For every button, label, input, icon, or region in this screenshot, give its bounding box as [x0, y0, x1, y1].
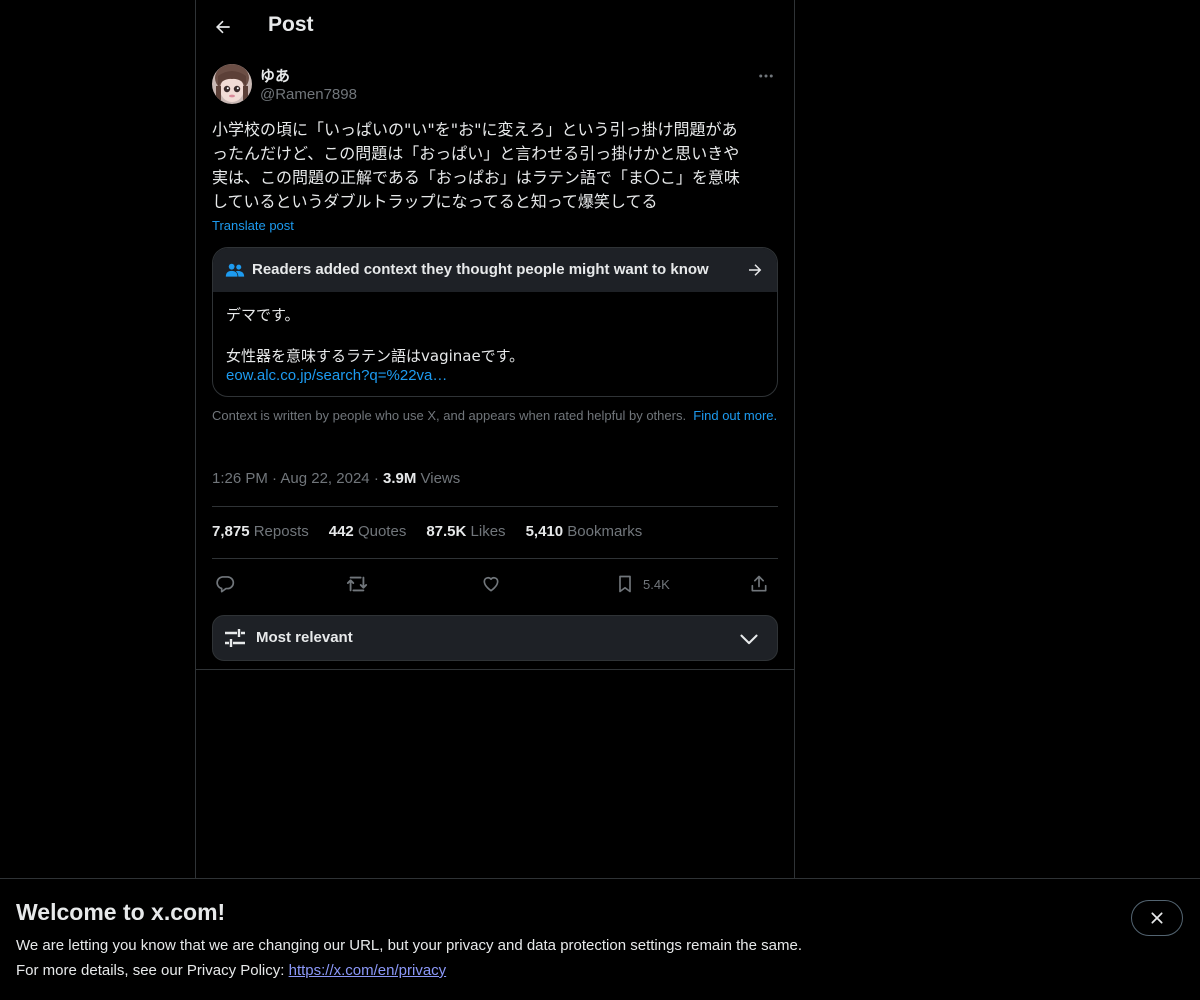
- bookmarks-count: 5,410: [525, 523, 564, 540]
- post-stats: 7,875 Reposts 442 Quotes 87.5K Likes 5,4…: [212, 523, 662, 540]
- reply-sort-dropdown[interactable]: Most relevant: [212, 615, 778, 661]
- likes-stat[interactable]: 87.5K Likes: [426, 523, 505, 540]
- views-count: 3.9M: [382, 470, 417, 487]
- post-metadata: 1:26 PM · Aug 22, 2024 · 3.9M Views: [212, 470, 460, 487]
- author-handle[interactable]: @Ramen7898: [260, 86, 357, 103]
- chevron-down-icon: [740, 634, 758, 645]
- post-actions: 5.4K: [212, 568, 778, 600]
- post-date[interactable]: Aug 22, 2024: [280, 470, 369, 487]
- people-icon: [225, 263, 245, 277]
- bookmark-button[interactable]: 5.4K: [615, 568, 670, 600]
- quotes-count: 442: [328, 523, 354, 540]
- community-note-source-link[interactable]: eow.alc.co.jp/search?q=%22va…: [226, 367, 447, 384]
- arrow-left-icon: [216, 20, 230, 34]
- bookmark-count: 5.4K: [643, 576, 670, 592]
- quotes-stat[interactable]: 442 Quotes: [329, 523, 407, 540]
- post-author: ゆあ @Ramen7898: [212, 64, 778, 106]
- avatar[interactable]: [212, 64, 252, 104]
- divider: [212, 558, 778, 559]
- community-note-header[interactable]: Readers added context they thought peopl…: [213, 248, 777, 292]
- share-button[interactable]: [749, 568, 769, 600]
- arrow-right-icon: [749, 264, 762, 276]
- reposts-stat[interactable]: 7,875 Reposts: [212, 523, 309, 540]
- disclaimer-text: Context is written by people who use X, …: [212, 408, 687, 423]
- more-horizontal-icon: [759, 74, 773, 78]
- community-note-disclaimer: Context is written by people who use X, …: [212, 408, 778, 424]
- main-column: Post ゆあ @Ramen7898 小学校の頃に「いっぱいの"い"を"お"に変…: [195, 0, 795, 878]
- avatar-image: [212, 64, 252, 104]
- repost-icon: [346, 576, 368, 592]
- close-banner-button[interactable]: [1131, 900, 1183, 936]
- likes-label: Likes: [470, 523, 506, 540]
- close-icon: [1151, 912, 1163, 924]
- reply-button[interactable]: [215, 568, 235, 600]
- likes-count: 87.5K: [426, 523, 467, 540]
- banner-privacy-line: For more details, see our Privacy Policy…: [16, 962, 446, 979]
- sort-label: Most relevant: [256, 629, 353, 646]
- filter-sliders-icon: [225, 629, 245, 647]
- separator-dot: ·: [373, 470, 383, 487]
- reposts-count: 7,875: [212, 523, 250, 540]
- heart-icon: [483, 576, 499, 592]
- repost-button[interactable]: [346, 568, 368, 600]
- page-header: Post: [196, 0, 794, 54]
- back-button[interactable]: [208, 9, 238, 45]
- translate-post-link[interactable]: Translate post: [212, 218, 294, 233]
- banner-privacy-prefix: For more details, see our Privacy Policy…: [16, 962, 285, 979]
- like-button[interactable]: [481, 568, 501, 600]
- post-time[interactable]: 1:26 PM: [212, 470, 268, 487]
- reposts-label: Reposts: [253, 523, 309, 540]
- more-options-button[interactable]: [754, 64, 778, 88]
- quotes-label: Quotes: [357, 523, 407, 540]
- welcome-banner: Welcome to x.com! We are letting you kno…: [0, 878, 1200, 1000]
- views-label: Views: [420, 470, 461, 487]
- community-note-line: デマです。: [226, 306, 300, 324]
- reply-icon: [216, 576, 235, 593]
- bookmarks-stat[interactable]: 5,410 Bookmarks: [526, 523, 643, 540]
- community-note-title: Readers added context they thought peopl…: [252, 261, 709, 278]
- banner-title: Welcome to x.com!: [16, 899, 226, 925]
- page-title: Post: [268, 13, 314, 36]
- privacy-policy-link[interactable]: https://x.com/en/privacy: [289, 962, 447, 979]
- divider: [196, 669, 794, 670]
- divider: [212, 506, 778, 507]
- post-text: 小学校の頃に「いっぱいの"い"を"お"に変えろ」という引っ掛け問題があ ったんだ…: [212, 120, 740, 211]
- bookmark-icon: [619, 575, 631, 593]
- author-name[interactable]: ゆあ: [260, 65, 290, 86]
- find-out-more-link[interactable]: Find out more.: [693, 408, 777, 423]
- bookmarks-label: Bookmarks: [567, 523, 643, 540]
- community-note-line: 女性器を意味するラテン語はvaginaeです。: [226, 347, 525, 365]
- community-note: Readers added context they thought peopl…: [212, 247, 778, 397]
- banner-message: We are letting you know that we are chan…: [16, 937, 802, 954]
- share-icon: [751, 575, 767, 592]
